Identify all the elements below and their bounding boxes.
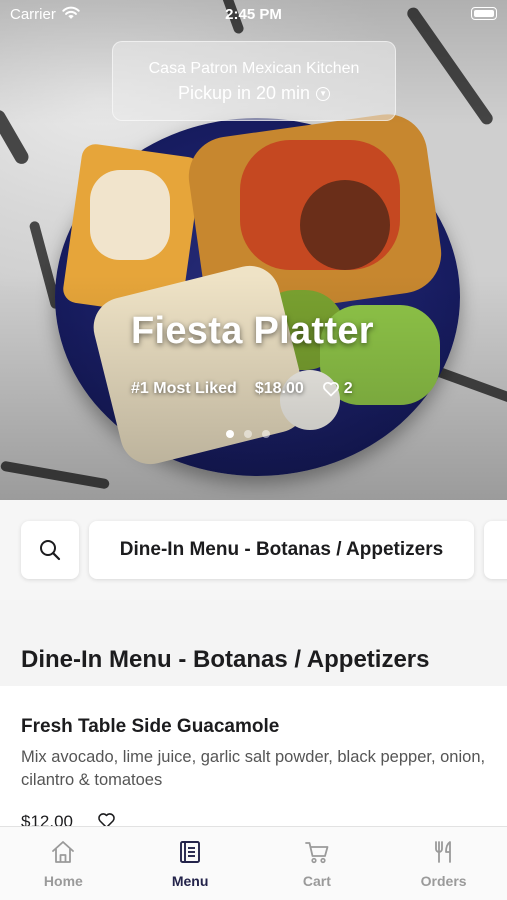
featured-price: $18.00 <box>254 380 304 397</box>
tab-orders[interactable]: Orders <box>380 827 507 900</box>
heart-icon <box>322 381 339 397</box>
tab-bar: Home Menu Cart Orders <box>0 826 507 900</box>
carousel-dots[interactable] <box>226 430 270 438</box>
tab-label: Menu <box>171 873 209 889</box>
tab-cart[interactable]: Cart <box>254 827 381 900</box>
home-icon <box>52 841 75 863</box>
section-title: Dine-In Menu - Botanas / Appetizers <box>21 646 430 673</box>
item-description: Mix avocado, lime juice, garlic salt pow… <box>21 748 486 789</box>
location-selector[interactable]: Casa Patron Mexican Kitchen Pickup in 20… <box>112 41 396 121</box>
featured-meta: #1 Most Liked $18.00 2 <box>131 380 353 398</box>
menu-book-icon <box>180 841 201 863</box>
carousel-dot[interactable] <box>244 430 252 438</box>
category-chip[interactable]: Dine-In Menu - Botanas / Appetizers <box>89 521 474 579</box>
likes-count: 2 <box>343 380 353 397</box>
search-button[interactable] <box>21 521 79 579</box>
featured-likes[interactable]: 2 <box>322 380 353 398</box>
item-name: Fresh Table Side Guacamole <box>21 716 280 737</box>
featured-rank: #1 Most Liked <box>131 380 237 397</box>
carousel-dot[interactable] <box>226 430 234 438</box>
chevron-down-icon: ▼ <box>316 86 331 101</box>
featured-title: Fiesta Platter <box>131 310 374 352</box>
carousel-dot[interactable] <box>262 430 270 438</box>
tab-menu[interactable]: Menu <box>127 827 254 900</box>
menu-item[interactable]: Fresh Table Side Guacamole Mix avocado, … <box>0 686 507 831</box>
tab-label: Cart <box>302 873 331 889</box>
pickup-label: Pickup in 20 min <box>177 83 311 103</box>
tab-home[interactable]: Home <box>0 827 127 900</box>
battery-icon <box>471 7 497 20</box>
status-bar: Carrier 2:45 PM <box>0 0 507 30</box>
search-icon <box>40 540 61 561</box>
tab-label: Home <box>43 873 83 889</box>
pickup-time: Pickup in 20 min ▼ <box>113 83 395 104</box>
restaurant-name: Casa Patron Mexican Kitchen <box>148 60 360 77</box>
fork-knife-icon <box>434 841 451 863</box>
category-chip-next[interactable] <box>484 521 507 579</box>
cart-icon <box>304 842 329 864</box>
tab-label: Orders <box>420 873 467 889</box>
clock: 2:45 PM <box>225 6 282 23</box>
category-filter-bar: Dine-In Menu - Botanas / Appetizers <box>0 500 507 600</box>
